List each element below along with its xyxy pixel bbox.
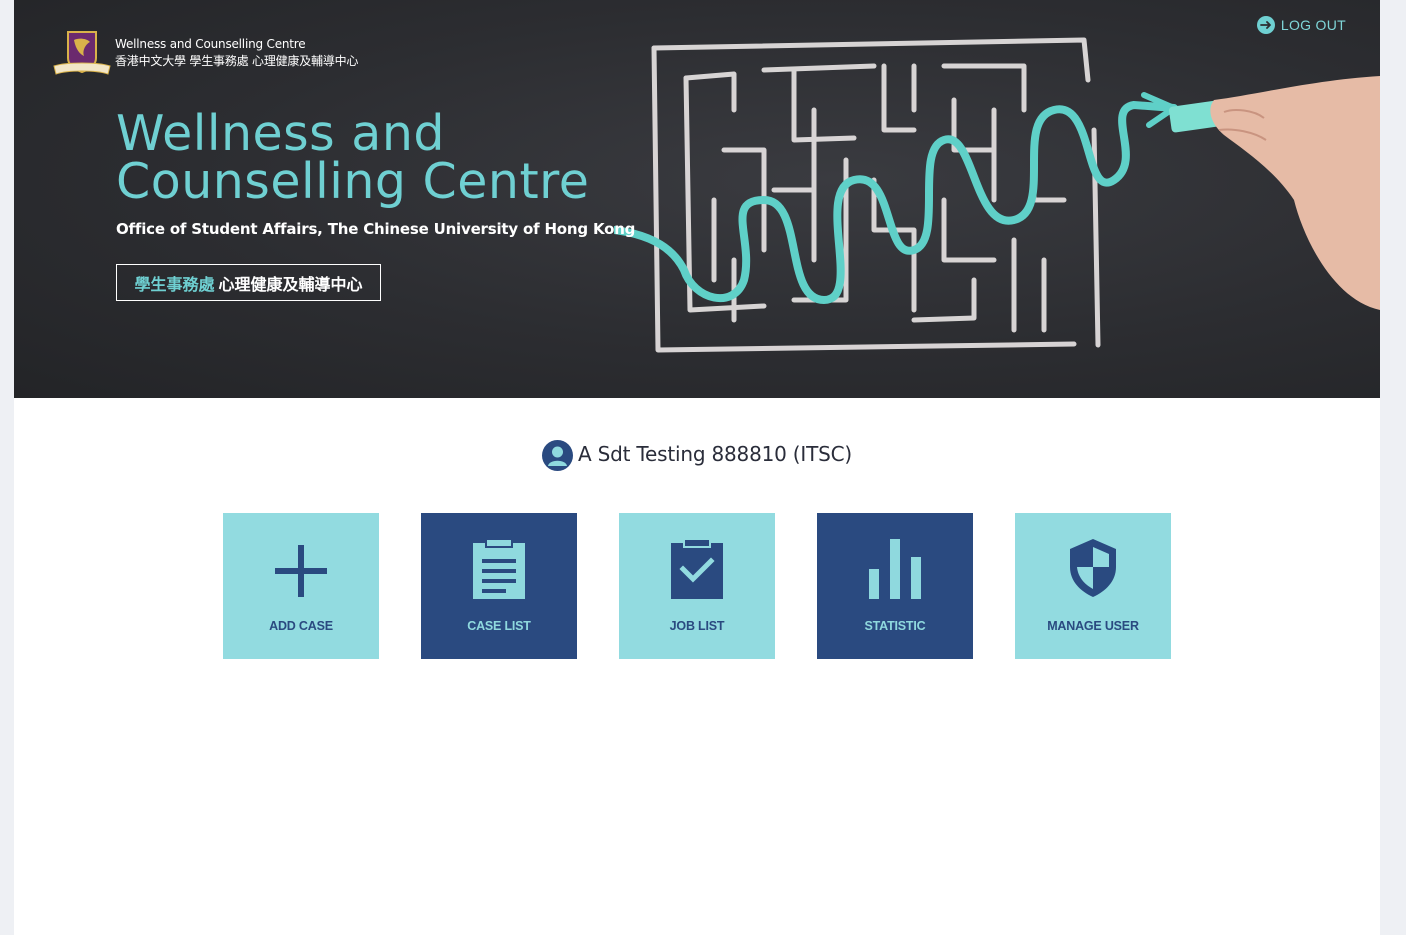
logout-label: LOG OUT: [1280, 17, 1346, 33]
clipboard-list-icon: [473, 538, 525, 599]
user-avatar-icon: [542, 440, 573, 471]
cuhk-crest-icon: [53, 31, 111, 75]
case-list-label: CASE LIST: [467, 619, 531, 633]
clipboard-check-icon: [671, 538, 723, 599]
statistic-label: STATISTIC: [864, 619, 926, 633]
user-name: A Sdt Testing 888810 (ITSC): [578, 441, 852, 466]
brand-name-english: Wellness and Counselling Centre: [115, 37, 306, 51]
statistic-button[interactable]: STATISTIC: [817, 513, 973, 659]
brand-logo-block[interactable]: Wellness and Counselling Centre 香港中文大學 學…: [52, 28, 358, 78]
maze-hand-illustration: [614, 37, 1380, 353]
hero-banner: Wellness and Counselling Centre 香港中文大學 學…: [14, 0, 1380, 398]
add-case-button[interactable]: ADD CASE: [223, 513, 379, 659]
page-title: Wellness and Counselling Centre: [116, 105, 590, 210]
manage-user-button[interactable]: MANAGE USER: [1015, 513, 1171, 659]
case-list-button[interactable]: CASE LIST: [421, 513, 577, 659]
manage-user-label: MANAGE USER: [1047, 619, 1139, 633]
chinese-title-box: 學生事務處 心理健康及輔導中心: [116, 264, 381, 301]
bar-chart-icon: [869, 539, 921, 599]
chinese-title-part2: 心理健康及輔導中心: [218, 274, 363, 294]
job-list-label: JOB LIST: [669, 619, 725, 633]
add-case-label: ADD CASE: [269, 619, 333, 633]
page-subtitle: Office of Student Affairs, The Chinese U…: [116, 220, 636, 238]
logout-arrow-icon: [1256, 16, 1275, 34]
chinese-title-part1: 學生事務處: [134, 274, 215, 294]
job-list-button[interactable]: JOB LIST: [619, 513, 775, 659]
page: Wellness and Counselling Centre 香港中文大學 學…: [14, 0, 1380, 935]
shield-icon: [1070, 539, 1116, 597]
brand-name-chinese: 香港中文大學 學生事務處 心理健康及輔導中心: [115, 54, 359, 68]
plus-icon: [275, 545, 327, 597]
logout-button[interactable]: LOG OUT: [1256, 16, 1346, 34]
current-user: A Sdt Testing 888810 (ITSC): [14, 436, 1380, 471]
